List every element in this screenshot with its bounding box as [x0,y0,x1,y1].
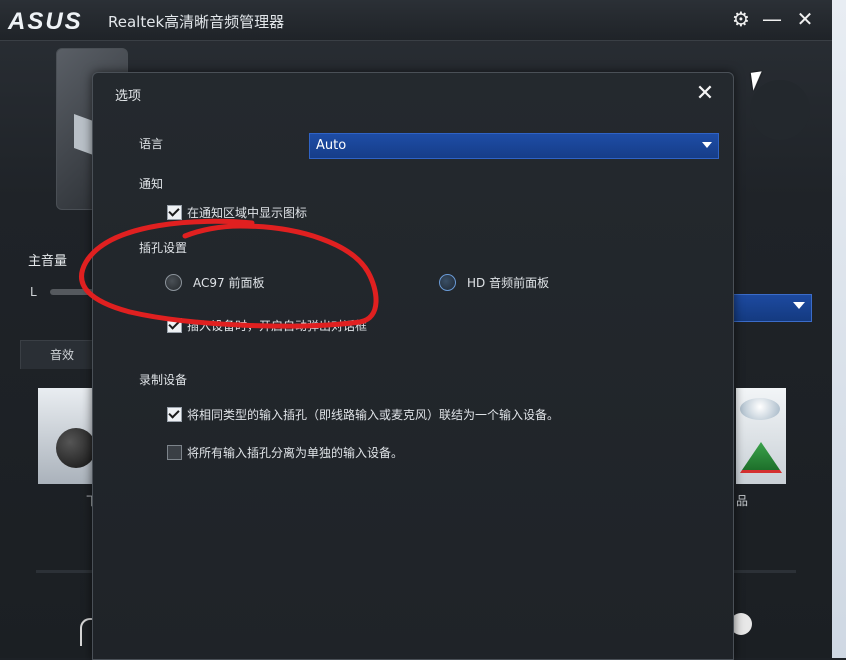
language-label: 语言 [139,137,164,151]
jack-settings-label: 插孔设置 [139,241,188,255]
auto-popup-label: 插入设备时，开启自动弹出对话框 [187,319,368,333]
desktop-background [832,0,846,658]
title-bar: ASUS Realtek高清晰音频管理器 ⚙ — ✕ [0,0,832,41]
volume-slider[interactable] [50,289,94,295]
effect-thumbnail-left[interactable] [38,388,96,484]
language-select[interactable]: Auto [309,133,719,159]
language-select-value: Auto [316,138,347,153]
hd-front-panel-label: HD 音频前面板 [467,276,550,290]
dialog-close-icon[interactable]: ✕ [693,81,717,107]
background-dropdown[interactable] [732,294,812,322]
notify-section-label: 通知 [139,177,164,191]
main-volume-label: 主音量 [28,254,68,269]
tab-effects-label: 音效 [50,348,75,362]
minimize-icon[interactable]: — [760,6,784,32]
dish-image [740,398,780,420]
ac97-front-panel-label: AC97 前面板 [193,276,265,290]
show-tray-icon-checkbox[interactable] [167,205,182,220]
separate-inputs-checkbox[interactable] [167,445,182,460]
dialog-title: 选项 [115,89,142,104]
speaker-ball-image [56,428,96,468]
hd-front-panel-radio[interactable] [439,274,456,291]
combine-inputs-checkbox[interactable] [167,407,182,422]
gear-icon[interactable]: ⚙ [729,6,753,32]
mouse-cursor-icon [750,71,765,91]
asus-logo: ASUS [8,8,83,35]
combine-inputs-label: 将相同类型的输入插孔（即线路输入或麦克风）联结为一个输入设备。 [187,408,560,422]
chevron-down-icon [702,142,712,148]
cone-image [740,442,782,473]
auto-popup-checkbox[interactable] [167,318,182,333]
app-window: ASUS Realtek高清晰音频管理器 ⚙ — ✕ 主音量 L 音效 下 品 … [0,0,832,660]
close-icon[interactable]: ✕ [793,6,817,32]
separate-inputs-label: 将所有输入插孔分离为单独的输入设备。 [187,446,404,460]
show-tray-icon-label: 在通知区域中显示图标 [187,206,308,220]
thumbnail-caption-right: 品 [736,494,749,508]
options-dialog: 选项 ✕ 语言 Auto 通知 在通知区域中显示图标 插孔设置 AC97 前面板… [92,72,734,660]
balance-left-label: L [30,285,37,299]
effect-thumbnail-right[interactable] [736,388,786,484]
app-title: Realtek高清晰音频管理器 [108,13,285,31]
ac97-front-panel-radio[interactable] [165,274,182,291]
recording-devices-label: 录制设备 [139,373,188,387]
chevron-down-icon [793,302,805,309]
